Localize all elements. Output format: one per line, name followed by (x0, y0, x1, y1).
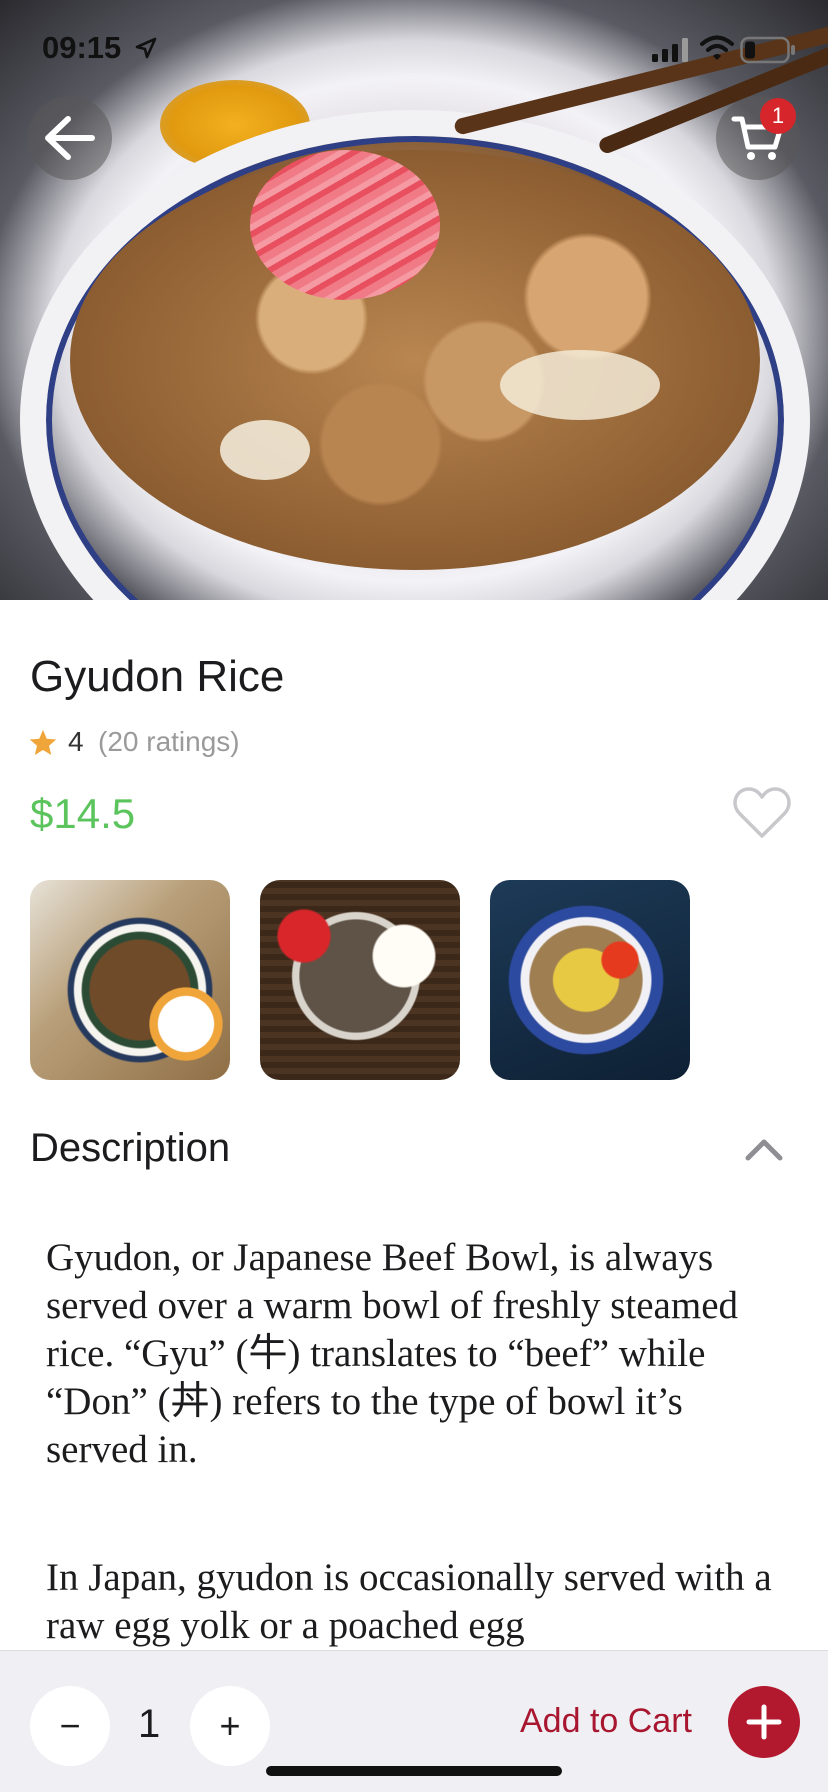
gyudon-bowl-thumbnail[interactable] (490, 880, 690, 1080)
hero-pickled-ginger (250, 150, 440, 300)
back-button[interactable] (28, 96, 112, 180)
plus-icon (746, 1704, 782, 1740)
plus-icon: + (219, 1705, 241, 1746)
product-title: Gyudon Rice (30, 652, 285, 701)
product-price: $14.5 (30, 790, 136, 837)
minus-icon: − (59, 1705, 81, 1746)
cart-count-badge: 1 (760, 98, 796, 134)
add-to-cart-button[interactable] (728, 1686, 800, 1758)
wifi-icon (700, 35, 734, 60)
gyudon-egg-thumbnail[interactable] (30, 880, 230, 1080)
hero-onion (500, 350, 660, 420)
location-arrow-icon (135, 37, 157, 59)
decrease-quantity-button[interactable]: − (30, 1686, 110, 1766)
description-heading: Description (30, 1126, 231, 1170)
increase-quantity-button[interactable]: + (190, 1686, 270, 1766)
description-paragraph: In Japan, gyudon is occasionally served … (46, 1556, 772, 1647)
status-time: 09:15 (42, 30, 122, 65)
signal-icon (652, 38, 688, 62)
quantity-value: 1 (138, 1702, 161, 1746)
rating-count: (20 ratings) (98, 726, 240, 757)
hero-onion (220, 420, 310, 480)
rating-value: 4 (68, 726, 84, 757)
gyudon-side-thumbnail[interactable] (260, 880, 460, 1080)
home-indicator (266, 1766, 562, 1776)
heart-outline-icon[interactable] (732, 786, 792, 840)
status-bar: 09:15 (0, 0, 828, 100)
battery-icon (740, 36, 795, 64)
add-to-cart-label[interactable]: Add to Cart (520, 1702, 692, 1741)
star-icon (29, 729, 57, 755)
arrow-left-icon (45, 116, 95, 160)
chevron-up-icon[interactable] (742, 1134, 786, 1164)
description-paragraph: Gyudon, or Japanese Beef Bowl, is always… (46, 1236, 739, 1471)
